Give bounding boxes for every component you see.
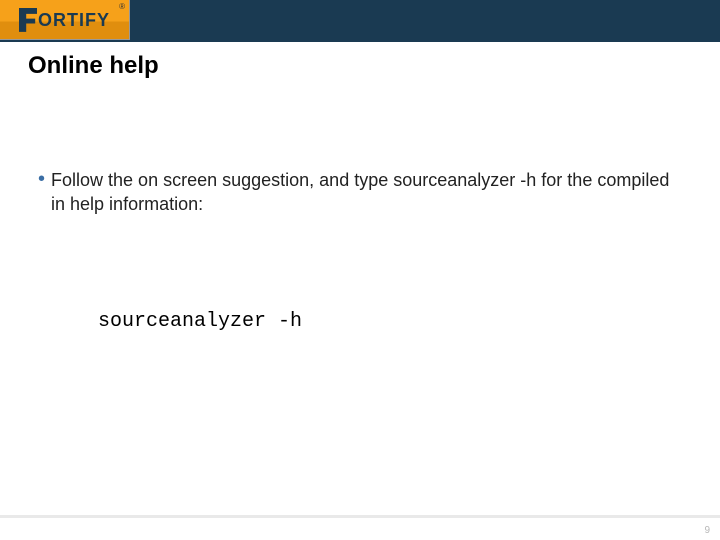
- page-number: 9: [704, 525, 710, 536]
- logo-text: ORTIFY: [38, 9, 110, 29]
- bullet-icon: •: [38, 168, 45, 190]
- bullet-text: Follow the on screen suggestion, and typ…: [51, 168, 678, 217]
- bullet-row: • Follow the on screen suggestion, and t…: [38, 168, 678, 217]
- logo-plate: ORTIFY ®: [0, 0, 130, 40]
- slide: ORTIFY ® Online help • Follow the on scr…: [0, 0, 720, 540]
- header-bar: ORTIFY ®: [0, 0, 720, 42]
- code-line: sourceanalyzer -h: [98, 310, 302, 333]
- footer-rule: [0, 515, 720, 518]
- logo-f-icon: [19, 10, 37, 30]
- page-title: Online help: [28, 52, 159, 80]
- content-block: • Follow the on screen suggestion, and t…: [38, 168, 678, 217]
- fortify-logo: ORTIFY: [19, 9, 110, 31]
- registered-mark: ®: [119, 2, 125, 11]
